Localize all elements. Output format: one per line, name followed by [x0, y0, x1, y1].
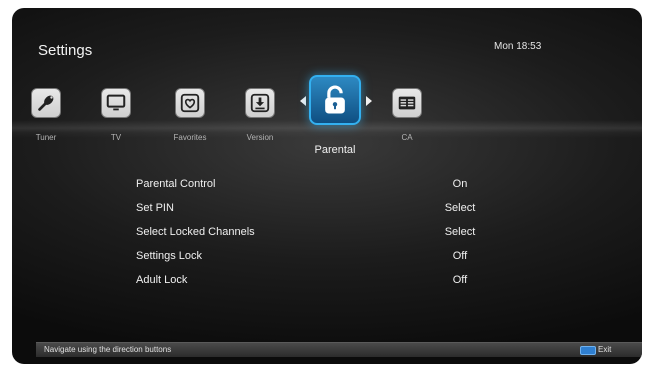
download-icon	[250, 93, 270, 113]
menu-item-label: Settings Lock	[136, 250, 203, 262]
tv-screen: Settings Mon 18:53 Tuner TV Favorites Ve…	[12, 8, 642, 364]
menu-item-value: On	[452, 178, 468, 190]
tab-label-tuner: Tuner	[35, 133, 57, 142]
menu-item-value: Select	[444, 226, 476, 238]
menu-item-label: Parental Control	[136, 178, 216, 190]
satellite-dish-icon	[38, 95, 54, 111]
menu-item-parental-control[interactable]: Parental Control On	[136, 178, 526, 194]
menu-item-value: Off	[452, 274, 468, 286]
tab-label-version: Version	[246, 133, 274, 142]
menu-item-settings-lock[interactable]: Settings Lock Off	[136, 250, 526, 266]
tab-label-tv: TV	[110, 133, 122, 142]
menu-item-adult-lock[interactable]: Adult Lock Off	[136, 274, 526, 290]
arrow-left-icon[interactable]	[300, 96, 306, 106]
blue-key-icon[interactable]	[580, 346, 596, 355]
menu-item-set-pin[interactable]: Set PIN Select	[136, 202, 526, 218]
tab-version[interactable]	[245, 88, 275, 118]
card-icon	[398, 96, 416, 110]
menu-item-value: Select	[444, 202, 476, 214]
tab-label-parental: Parental	[314, 144, 356, 156]
tab-parental[interactable]	[309, 75, 361, 125]
tab-ca[interactable]	[392, 88, 422, 118]
footer-bar: Navigate using the direction buttons Exi…	[36, 342, 642, 357]
menu-item-label: Set PIN	[136, 202, 174, 214]
navigation-hint: Navigate using the direction buttons	[44, 345, 172, 354]
heart-icon	[180, 93, 200, 113]
tab-tuner[interactable]	[31, 88, 61, 118]
menu-item-label: Select Locked Channels	[136, 226, 255, 238]
tab-label-favorites: Favorites	[173, 133, 207, 142]
menu-item-value: Off	[452, 250, 468, 262]
arrow-right-icon[interactable]	[366, 96, 372, 106]
exit-label[interactable]: Exit	[598, 345, 611, 354]
menu-item-select-locked-channels[interactable]: Select Locked Channels Select	[136, 226, 526, 242]
page-title: Settings	[38, 42, 93, 59]
tab-favorites[interactable]	[175, 88, 205, 118]
unlocked-padlock-icon	[325, 85, 345, 114]
tab-label-ca: CA	[401, 133, 413, 142]
tv-icon	[106, 94, 126, 111]
menu-item-label: Adult Lock	[136, 274, 188, 286]
clock: Mon 18:53	[494, 41, 542, 52]
tab-tv[interactable]	[101, 88, 131, 118]
